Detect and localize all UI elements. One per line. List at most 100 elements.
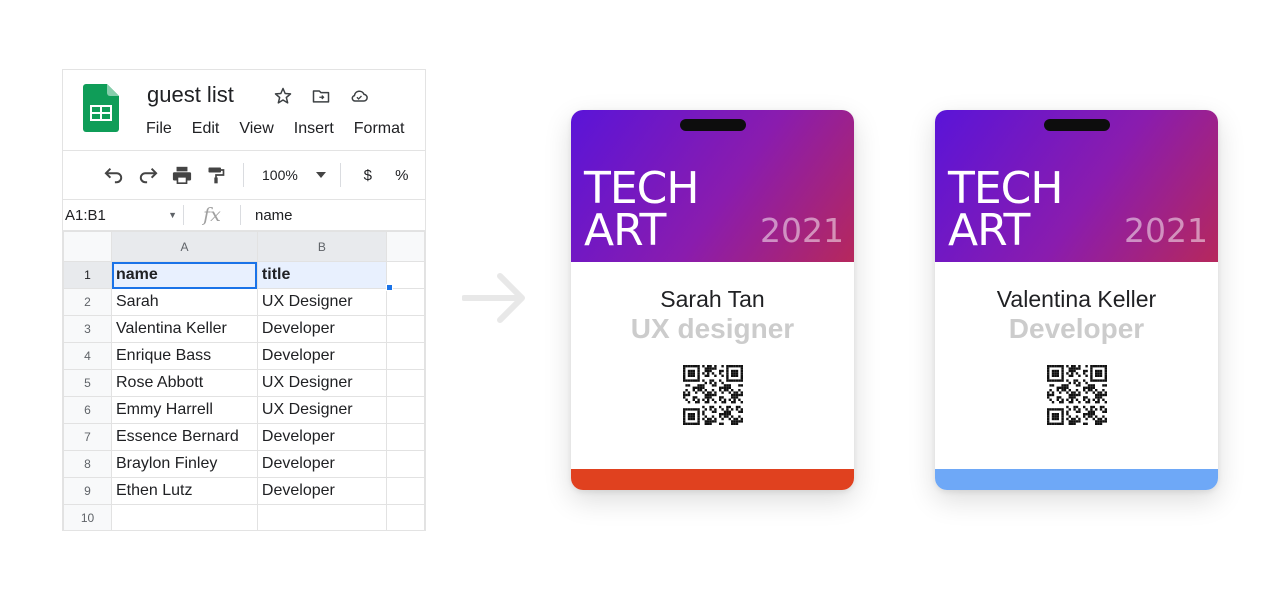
move-to-folder-icon[interactable]: [309, 84, 333, 108]
chevron-down-icon: [315, 172, 326, 178]
attendee-role: Developer: [1008, 313, 1145, 344]
name-box[interactable]: A1:B1 ▼: [63, 200, 183, 230]
column-header-b[interactable]: B: [256, 231, 387, 262]
menu-format[interactable]: Format: [354, 120, 405, 138]
row-header[interactable]: 6: [63, 396, 112, 424]
cell-title[interactable]: UX Designer: [256, 288, 387, 316]
cell-title[interactable]: UX Designer: [256, 369, 387, 397]
table-row: 7 Essence Bernard Developer: [63, 423, 425, 451]
cell-title[interactable]: Developer: [256, 450, 387, 478]
row-header[interactable]: 1: [63, 261, 112, 289]
cell-name[interactable]: Braylon Finley: [111, 450, 258, 478]
menu-bar: File Edit View Insert Format: [146, 120, 424, 138]
qr-code-icon: [1047, 365, 1107, 425]
attendee-name: Sarah Tan: [660, 286, 765, 312]
lanyard-slot: [679, 119, 746, 131]
caret-down-icon: ▼: [168, 210, 177, 220]
cell-a1[interactable]: name: [111, 261, 258, 289]
formula-bar: A1:B1 ▼ fx name: [63, 200, 425, 231]
column-header-a[interactable]: A: [111, 231, 258, 262]
row-header[interactable]: 8: [63, 450, 112, 478]
row-header[interactable]: 7: [63, 423, 112, 451]
table-row: 5 Rose Abbott UX Designer: [63, 369, 425, 397]
table-row: 4 Enrique Bass Developer: [63, 342, 425, 370]
document-title[interactable]: guest list: [147, 82, 234, 108]
cloud-status-icon[interactable]: [347, 84, 371, 108]
table-row: 8 Braylon Finley Developer: [63, 450, 425, 478]
cell[interactable]: [385, 477, 425, 505]
toolbar: 100% $ %: [63, 150, 425, 200]
row-header[interactable]: 5: [63, 369, 112, 397]
row-header[interactable]: 2: [63, 288, 112, 316]
fx-icon: fx: [203, 204, 221, 226]
cell-name[interactable]: Enrique Bass: [111, 342, 258, 370]
logo-line-tech: TECH: [948, 163, 1063, 214]
selection-fill-handle[interactable]: [386, 284, 393, 291]
redo-icon[interactable]: [131, 160, 165, 190]
cell-name[interactable]: Rose Abbott: [111, 369, 258, 397]
cell[interactable]: [385, 288, 425, 316]
cell-name[interactable]: Emmy Harrell: [111, 396, 258, 424]
paint-format-icon[interactable]: [199, 160, 233, 190]
cell[interactable]: [385, 369, 425, 397]
cell[interactable]: [385, 315, 425, 343]
table-row: 6 Emmy Harrell UX Designer: [63, 396, 425, 424]
badge-header: TECH ART 2021: [935, 110, 1218, 262]
cell[interactable]: [385, 342, 425, 370]
star-icon[interactable]: [271, 84, 295, 108]
sheet-header: guest list File Edit View Insert Format: [63, 70, 425, 150]
cell-title[interactable]: UX Designer: [256, 396, 387, 424]
cell-title[interactable]: Developer: [256, 342, 387, 370]
row-header[interactable]: 10: [63, 504, 112, 530]
cell-title[interactable]: [256, 504, 387, 530]
select-all-corner[interactable]: [63, 231, 112, 262]
cell-name[interactable]: [111, 504, 258, 530]
arrow-right-icon: [462, 273, 525, 323]
cell-name[interactable]: Ethen Lutz: [111, 477, 258, 505]
zoom-value: 100%: [262, 167, 298, 183]
logo-line-art: ART: [948, 205, 1030, 256]
cell-name[interactable]: Sarah: [111, 288, 258, 316]
cell-grid: A B 1 name title 2 Sarah UX Designer 3 V…: [63, 231, 425, 530]
cell-reference: A1:B1: [65, 206, 106, 224]
cell-name[interactable]: Essence Bernard: [111, 423, 258, 451]
event-logo: TECH ART: [948, 163, 1063, 256]
menu-file[interactable]: File: [146, 120, 172, 138]
menu-view[interactable]: View: [239, 120, 273, 138]
toolbar-separator: [243, 163, 244, 187]
menu-insert[interactable]: Insert: [294, 120, 334, 138]
name-badge: TECH ART 2021 Sarah Tan UX designer: [571, 110, 854, 490]
column-header-c[interactable]: [385, 231, 425, 262]
table-row: 3 Valentina Keller Developer: [63, 315, 425, 343]
percent-format-button[interactable]: %: [385, 167, 419, 184]
cell[interactable]: [385, 450, 425, 478]
print-icon[interactable]: [165, 160, 199, 190]
cell-b1[interactable]: title: [256, 261, 387, 289]
cell-title[interactable]: Developer: [256, 423, 387, 451]
cell[interactable]: [385, 423, 425, 451]
currency-format-button[interactable]: $: [351, 167, 385, 184]
logo-line-tech: TECH: [584, 163, 699, 214]
table-row: 1 name title: [63, 261, 425, 289]
cell-title[interactable]: Developer: [256, 477, 387, 505]
row-header[interactable]: 9: [63, 477, 112, 505]
lanyard-slot: [1043, 119, 1110, 131]
undo-icon[interactable]: [97, 160, 131, 190]
table-row: 10: [63, 504, 425, 530]
sheets-logo-icon[interactable]: [83, 84, 119, 132]
formula-input[interactable]: name: [241, 207, 293, 224]
row-header[interactable]: 4: [63, 342, 112, 370]
cell[interactable]: [385, 396, 425, 424]
qr-code-icon: [683, 365, 743, 425]
cell-name[interactable]: Valentina Keller: [111, 315, 258, 343]
row-header[interactable]: 3: [63, 315, 112, 343]
event-year: 2021: [760, 211, 844, 250]
zoom-select[interactable]: 100%: [254, 167, 330, 183]
cell-title[interactable]: Developer: [256, 315, 387, 343]
badge-color-stripe: [571, 469, 854, 490]
attendee-role: UX designer: [630, 313, 795, 344]
menu-edit[interactable]: Edit: [192, 120, 220, 138]
cell[interactable]: [385, 504, 425, 530]
table-row: 2 Sarah UX Designer: [63, 288, 425, 316]
event-logo: TECH ART: [584, 163, 699, 253]
